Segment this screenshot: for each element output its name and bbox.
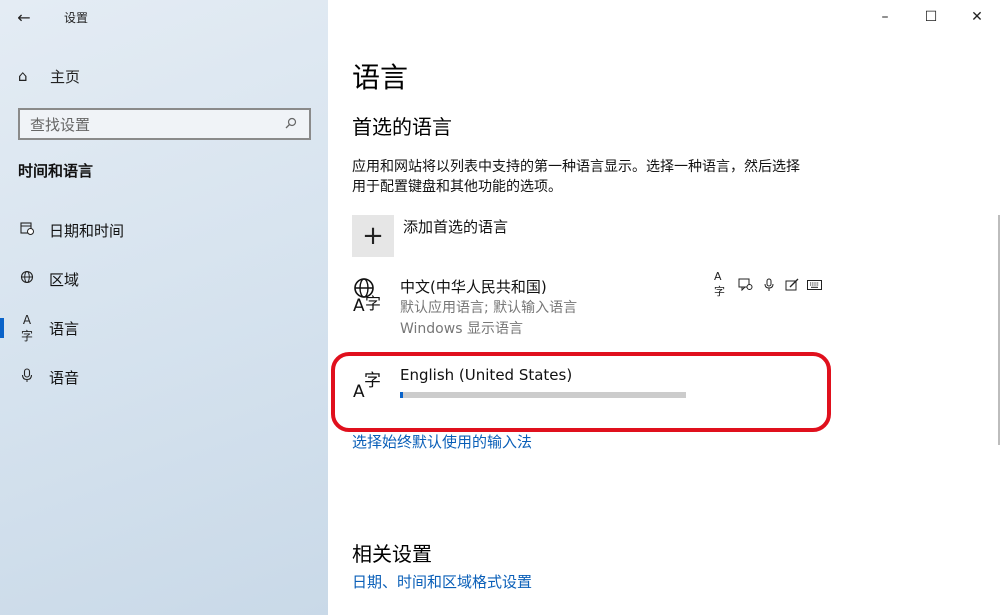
sidebar-item-region[interactable]: 区域 bbox=[0, 259, 328, 299]
related-settings-title: 相关设置 bbox=[352, 542, 432, 566]
display-language-icon: A字 bbox=[714, 270, 725, 298]
sidebar-item-label: 区域 bbox=[49, 270, 80, 289]
globe-region-icon bbox=[18, 270, 36, 288]
home-nav-item[interactable]: ⌂ 主页 bbox=[18, 64, 80, 88]
close-icon: ✕ bbox=[971, 9, 983, 25]
back-arrow-icon: ← bbox=[17, 7, 31, 27]
calendar-clock-icon bbox=[18, 221, 36, 239]
window-controls: – ☐ ✕ bbox=[862, 0, 1000, 34]
language-display-status: Windows 显示语言 bbox=[400, 321, 523, 337]
search-icon[interactable] bbox=[285, 117, 309, 132]
home-label: 主页 bbox=[50, 67, 81, 86]
plus-icon: + bbox=[352, 215, 394, 257]
language-feature-icons: A字 bbox=[714, 270, 823, 298]
speech-icon bbox=[737, 276, 754, 293]
sidebar-item-label: 语音 bbox=[49, 368, 80, 387]
highlight-ring bbox=[331, 352, 831, 432]
close-button[interactable]: ✕ bbox=[954, 0, 1000, 34]
search-input[interactable]: 查找设置 bbox=[30, 114, 285, 135]
sidebar-item-speech[interactable]: 语音 bbox=[0, 357, 328, 397]
preferred-languages-title: 首选的语言 bbox=[352, 115, 452, 139]
add-language-label: 添加首选的语言 bbox=[403, 218, 509, 236]
minimize-icon: – bbox=[881, 9, 889, 25]
preferred-languages-description: 应用和网站将以列表中支持的第一种语言显示。选择一种语言，然后选择用于配置键盘和其… bbox=[352, 159, 800, 195]
minimize-button[interactable]: – bbox=[862, 0, 908, 34]
microphone-icon bbox=[760, 276, 777, 293]
back-button[interactable]: ← bbox=[0, 0, 48, 34]
svg-text:A: A bbox=[353, 296, 365, 314]
search-box[interactable]: 查找设置 bbox=[18, 108, 311, 140]
app-title: 设置 bbox=[64, 10, 89, 25]
titlebar-left: ← 设置 bbox=[0, 0, 328, 34]
sidebar-item-language[interactable]: A字 语言 bbox=[0, 308, 328, 348]
language-status: 默认应用语言; 默认输入语言 bbox=[400, 300, 578, 316]
sidebar-section-title: 时间和语言 bbox=[18, 162, 94, 180]
date-time-region-format-link[interactable]: 日期、时间和区域格式设置 bbox=[352, 571, 532, 592]
home-icon: ⌂ bbox=[18, 67, 28, 85]
language-icon: A字 bbox=[20, 312, 33, 343]
page-title: 语言 bbox=[352, 61, 409, 94]
sidebar-item-label: 语言 bbox=[49, 319, 80, 338]
microphone-icon bbox=[18, 367, 36, 387]
language-globe-icon: A 字 bbox=[352, 276, 392, 316]
keyboard-icon bbox=[806, 276, 823, 293]
add-language-button[interactable]: + 添加首选的语言 bbox=[352, 215, 508, 257]
language-item-chinese[interactable]: A 字 中文(中华人民共和国) 默认应用语言; 默认输入语言 Windows 显… bbox=[352, 270, 822, 340]
selection-indicator bbox=[0, 269, 4, 289]
svg-text:字: 字 bbox=[365, 294, 381, 313]
sidebar-item-date-time[interactable]: 日期和时间 bbox=[0, 210, 328, 250]
main-panel: – ☐ ✕ 语言 首选的语言 应用和网站将以列表中支持的第一种语言显示。选择一种… bbox=[328, 0, 1000, 615]
language-name: 中文(中华人民共和国) bbox=[400, 278, 547, 296]
handwriting-icon bbox=[783, 276, 800, 293]
maximize-icon: ☐ bbox=[924, 9, 938, 25]
sidebar-item-label: 日期和时间 bbox=[49, 221, 125, 240]
sidebar: ← 设置 ⌂ 主页 查找设置 时间和语言 日期和时间 区域 A字 语言 语音 bbox=[0, 0, 328, 615]
selection-indicator bbox=[0, 318, 4, 338]
maximize-button[interactable]: ☐ bbox=[908, 0, 954, 34]
selection-indicator bbox=[0, 220, 4, 240]
default-input-method-link[interactable]: 选择始终默认使用的输入法 bbox=[352, 431, 532, 452]
selection-indicator bbox=[0, 367, 4, 387]
